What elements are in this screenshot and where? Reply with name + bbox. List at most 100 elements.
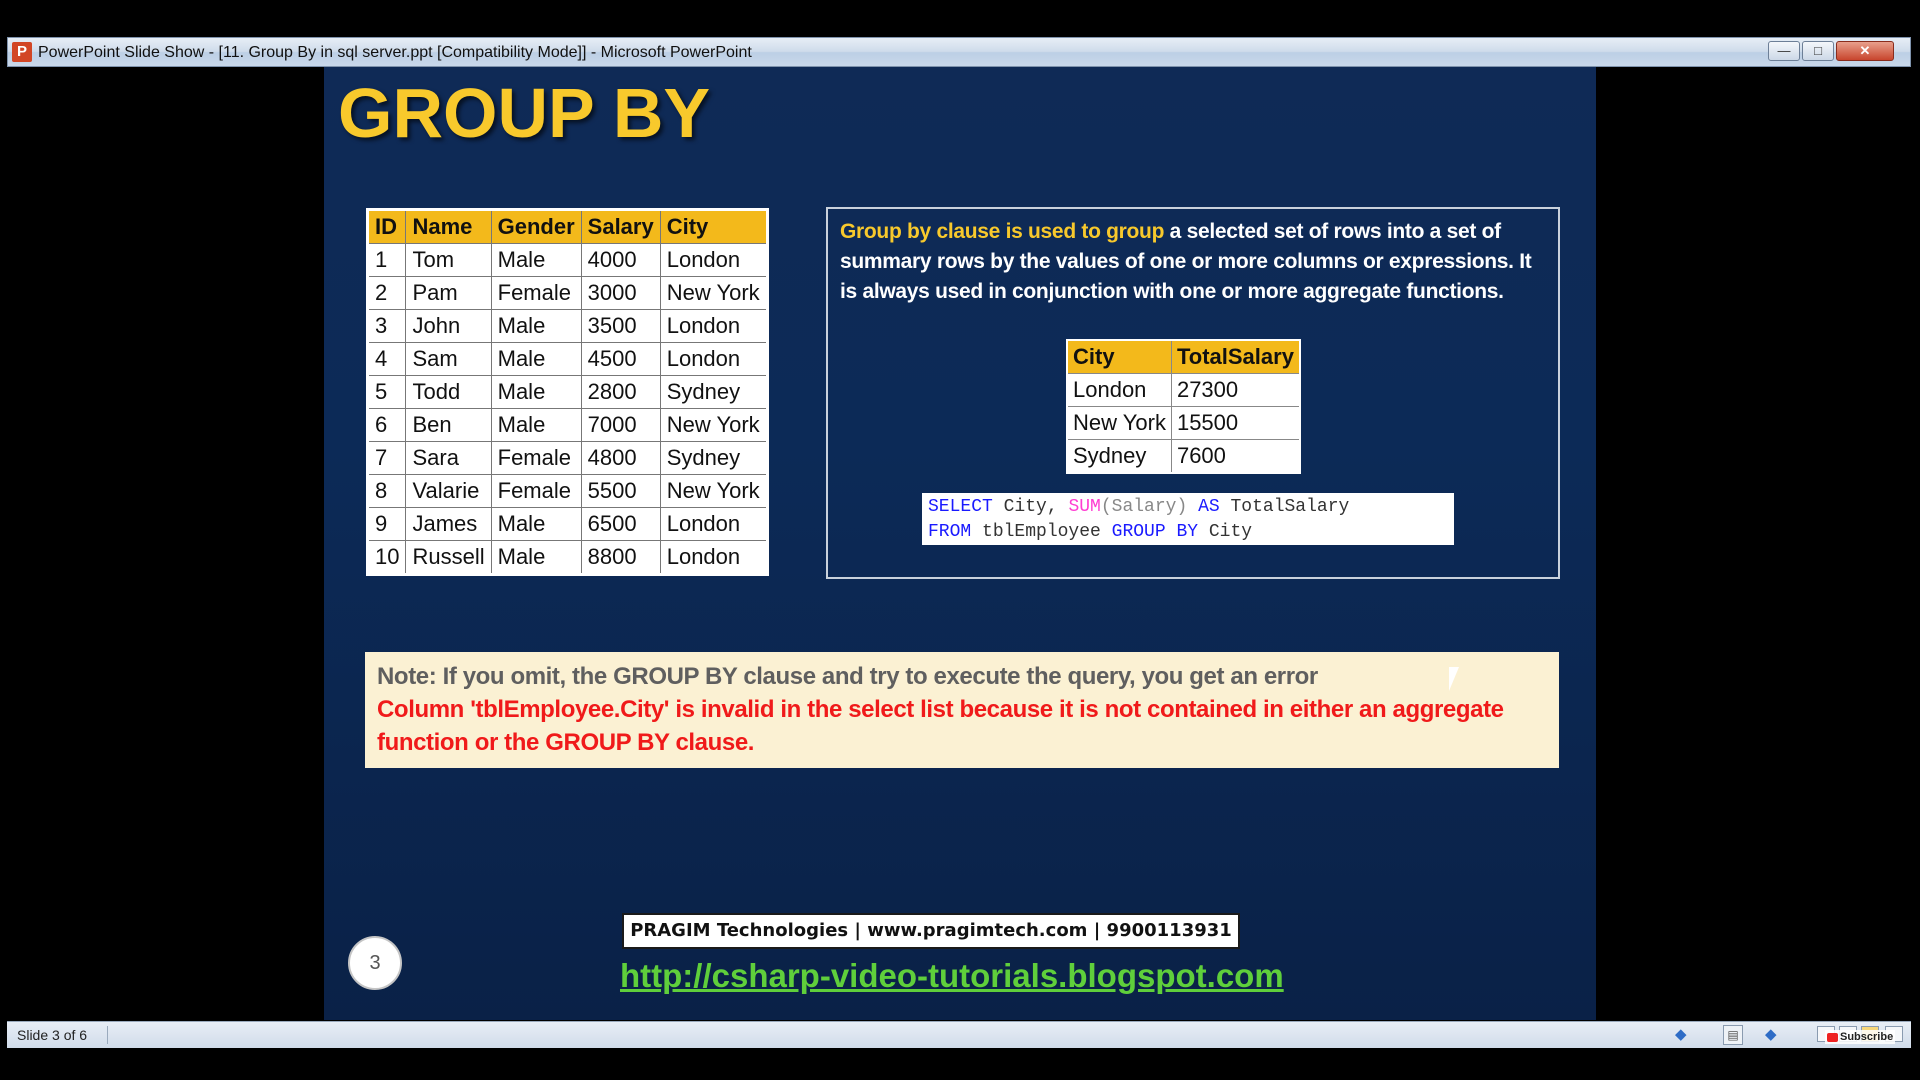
total-salary-table: City TotalSalary London 27300 New York 1550… — [1066, 339, 1301, 474]
error-message-text: Column 'tblEmployee.City' is invalid in … — [377, 696, 1504, 756]
status-divider — [107, 1026, 108, 1044]
table-cell: 4800 — [580, 441, 661, 475]
note-text: Note: If you omit, the GROUP BY clause a… — [377, 663, 1318, 690]
code-keyword-from: FROM — [928, 522, 972, 542]
total-salary-table-body: London 27300 New York 15500 Sydney 7600 — [1066, 373, 1301, 474]
code-keyword-group-by: GROUP BY — [1111, 522, 1199, 542]
column-header-city: City — [659, 209, 768, 244]
table-cell: Male — [490, 375, 582, 409]
table-cell: London — [659, 540, 768, 575]
employee-row: 6 Ben Male 7000 New York — [366, 408, 768, 442]
table-cell: 27300 — [1170, 373, 1301, 407]
status-bar: Slide 3 of 6 ◆ ▤ ◆ Subscribe — [7, 1021, 1911, 1048]
table-cell: London — [659, 342, 768, 376]
employee-row: 3 John Male 3500 London — [366, 309, 768, 343]
table-cell: London — [659, 309, 768, 343]
employee-table: ID Name Gender Salary City 1 Tom Male 4000 L… — [366, 208, 769, 576]
table-cell: 10 — [366, 540, 407, 575]
employee-table-body: 1 Tom Male 4000 London 2 Pam Female 3000 New York… — [366, 243, 768, 575]
next-slide-arrow-icon[interactable]: ◆ — [1765, 1025, 1777, 1043]
table-cell: 3000 — [580, 276, 661, 310]
column-header-name: Name — [405, 209, 492, 244]
company-footer: PRAGIM Technologies | www.pragimtech.com… — [622, 913, 1240, 949]
code-keyword-as: AS — [1198, 497, 1220, 517]
mouse-cursor-icon — [1449, 667, 1459, 691]
previous-slide-arrow-icon[interactable]: ◆ — [1675, 1025, 1687, 1043]
employee-table-header-row: ID Name Gender Salary City — [366, 209, 768, 244]
table-cell: 7600 — [1170, 439, 1301, 474]
group-by-description: Group by clause is used to group a selec… — [840, 217, 1540, 307]
column-header-city: City — [1066, 339, 1172, 374]
code-table-name: tblEmployee — [971, 522, 1112, 542]
maximize-button[interactable]: □ — [1802, 41, 1834, 61]
sql-query-code: SELECT City, SUM(Salary) AS TotalSalary … — [922, 493, 1454, 545]
slide-canvas[interactable]: GROUP BY ID Name Gender Salary City 1 Tom… — [324, 67, 1596, 1020]
column-header-total-salary: TotalSalary — [1170, 339, 1301, 374]
table-cell: New York — [659, 408, 768, 442]
total-salary-header-row: City TotalSalary — [1066, 339, 1301, 374]
table-cell: 6 — [366, 408, 407, 442]
window-title: PowerPoint Slide Show - [11. Group By in… — [38, 44, 752, 61]
close-button[interactable]: ✕ — [1836, 41, 1894, 61]
table-cell: Male — [490, 309, 582, 343]
table-cell: New York — [659, 276, 768, 310]
table-cell: 4500 — [580, 342, 661, 376]
table-cell: New York — [659, 474, 768, 508]
employee-row: 7 Sara Female 4800 Sydney — [366, 441, 768, 475]
subscribe-watermark[interactable]: Subscribe — [1825, 1030, 1896, 1044]
table-cell: 5500 — [580, 474, 661, 508]
code-function-sum: SUM — [1068, 497, 1101, 517]
table-cell: London — [659, 243, 768, 277]
table-cell: Male — [490, 408, 582, 442]
table-cell: 8 — [366, 474, 407, 508]
table-cell: 3 — [366, 309, 407, 343]
table-cell: Pam — [405, 276, 492, 310]
table-cell: Russell — [405, 540, 492, 575]
table-cell: 2800 — [580, 375, 661, 409]
slide-indicator: Slide 3 of 6 — [17, 1027, 88, 1043]
minimize-button[interactable]: — — [1768, 41, 1800, 61]
table-cell: 1 — [366, 243, 407, 277]
table-cell: 3500 — [580, 309, 661, 343]
table-cell: Valarie — [405, 474, 492, 508]
table-cell: 4000 — [580, 243, 661, 277]
employee-row: 1 Tom Male 4000 London — [366, 243, 768, 277]
table-cell: 9 — [366, 507, 407, 541]
city-total-row: Sydney 7600 — [1066, 439, 1301, 474]
table-cell: 4 — [366, 342, 407, 376]
table-cell: Female — [490, 441, 582, 475]
table-cell: Sydney — [1066, 439, 1172, 474]
window-title-bar[interactable]: P PowerPoint Slide Show - [11. Group By … — [7, 37, 1911, 67]
blog-link[interactable]: http://csharp-video-tutorials.blogspot.c… — [620, 957, 1284, 995]
table-cell: John — [405, 309, 492, 343]
table-cell: Male — [490, 507, 582, 541]
table-cell: London — [659, 507, 768, 541]
column-header-salary: Salary — [580, 209, 661, 244]
table-cell: 6500 — [580, 507, 661, 541]
column-header-gender: Gender — [490, 209, 582, 244]
table-cell: Sydney — [659, 375, 768, 409]
code-alias: TotalSalary — [1219, 497, 1350, 517]
slide-menu-icon[interactable]: ▤ — [1723, 1025, 1743, 1045]
employee-row: 9 James Male 6500 London — [366, 507, 768, 541]
table-cell: Male — [490, 243, 582, 277]
city-total-row: London 27300 — [1066, 373, 1301, 407]
table-cell: Female — [490, 276, 582, 310]
table-cell: 2 — [366, 276, 407, 310]
powerpoint-app-icon[interactable]: P — [12, 42, 32, 62]
code-argument-salary: (Salary) — [1100, 497, 1188, 517]
table-cell: Tom — [405, 243, 492, 277]
table-cell: Sara — [405, 441, 492, 475]
slide-title: GROUP BY — [338, 74, 711, 152]
table-cell: Sam — [405, 342, 492, 376]
table-cell: 8800 — [580, 540, 661, 575]
employee-row: 10 Russell Male 8800 London — [366, 540, 768, 575]
table-cell: 7 — [366, 441, 407, 475]
table-cell: New York — [1066, 406, 1172, 440]
error-note-box: Note: If you omit, the GROUP BY clause a… — [365, 652, 1559, 768]
table-cell: 15500 — [1170, 406, 1301, 440]
code-group-column: City — [1198, 522, 1253, 542]
table-cell: Sydney — [659, 441, 768, 475]
table-cell: 5 — [366, 375, 407, 409]
table-cell: Female — [490, 474, 582, 508]
